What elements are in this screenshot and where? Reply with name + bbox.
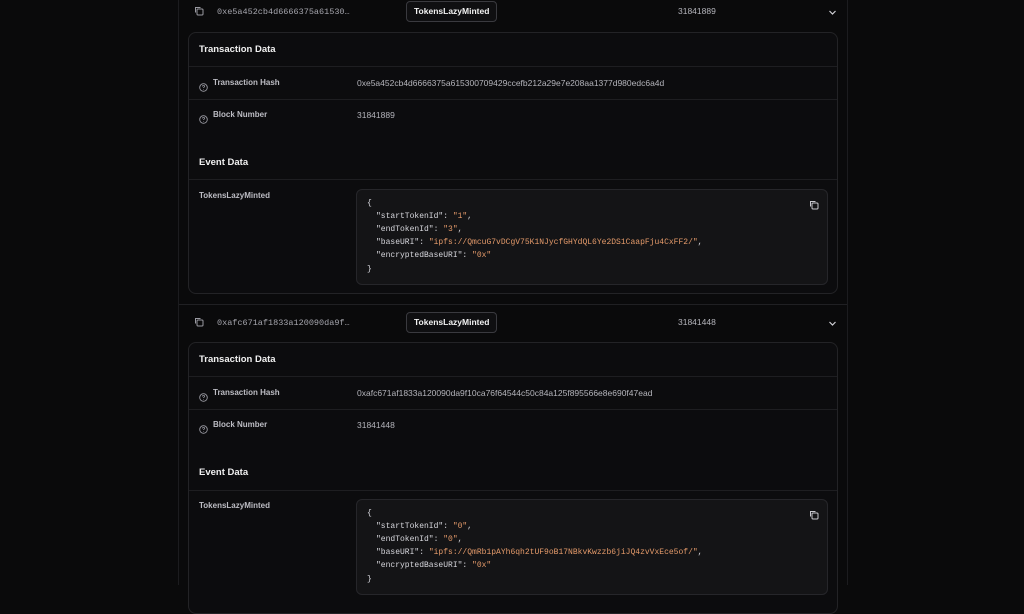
json-open-brace: { — [367, 509, 372, 518]
json-comma: , — [697, 548, 703, 557]
json-sep: : — [443, 522, 453, 531]
json-line: "startTokenId": "1", — [376, 212, 472, 221]
events-list: 0xe5a452cb4d6666375a61530… TokensLazyMin… — [178, 0, 848, 614]
json-close-brace: } — [367, 575, 372, 584]
event-name-label: TokensLazyMinted — [199, 191, 270, 200]
transaction-hash-short[interactable]: 0xafc671af1833a120090da9f… — [217, 318, 350, 328]
json-line: "encryptedBaseURI": "0x" — [376, 561, 491, 570]
transaction-hash-value: 0xe5a452cb4d6666375a615300709429ccefb212… — [357, 78, 665, 88]
event-separator — [179, 304, 847, 305]
help-circle-icon — [199, 389, 208, 402]
json-key: "encryptedBaseURI" — [376, 561, 463, 570]
json-sep: : — [462, 561, 473, 570]
json-comma: , — [457, 535, 463, 544]
json-line: "endTokenId": "3", — [376, 225, 462, 234]
help-circle-icon — [199, 79, 208, 92]
json-sep: : — [462, 251, 473, 260]
event-name-badge: TokensLazyMinted — [406, 1, 498, 22]
divider — [189, 179, 837, 180]
divider — [189, 99, 837, 100]
divider — [189, 376, 837, 377]
json-close-brace: } — [367, 265, 372, 274]
json-open-brace: { — [367, 199, 372, 208]
block-number-value: 31841448 — [357, 420, 395, 430]
json-line: "encryptedBaseURI": "0x" — [376, 251, 491, 260]
json-sep: : — [433, 225, 444, 234]
json-comma: , — [467, 522, 473, 531]
copy-icon[interactable] — [194, 317, 204, 327]
event-json-block: { "startTokenId": "0", "endTokenId": "0"… — [356, 499, 828, 595]
copy-icon[interactable] — [194, 6, 204, 16]
block-number-header: 31841889 — [678, 6, 716, 16]
json-comma: , — [457, 225, 463, 234]
json-value: "ipfs://QmcuG7vDCgV75K1NJycfGHYdQL6Ye2DS… — [428, 238, 698, 247]
event-json-block: { "startTokenId": "1", "endTokenId": "3"… — [356, 189, 828, 285]
json-comma: , — [467, 212, 473, 221]
json-key: "endTokenId" — [376, 225, 434, 234]
json-value: "0" — [452, 522, 468, 531]
json-sep: : — [433, 535, 444, 544]
help-circle-icon — [199, 421, 208, 434]
json-key: "baseURI" — [376, 548, 420, 557]
json-line: "startTokenId": "0", — [376, 522, 472, 531]
transaction-hash-short[interactable]: 0xe5a452cb4d6666375a61530… — [217, 7, 350, 17]
copy-icon[interactable] — [809, 510, 819, 520]
json-line: "baseURI": "ipfs://QmRb1pAYh6qh2tUF9oB17… — [376, 548, 702, 557]
divider — [189, 409, 837, 410]
divider — [189, 490, 837, 491]
json-value: "0x" — [472, 251, 492, 260]
block-number-label: Block Number — [213, 420, 268, 429]
json-sep: : — [443, 212, 453, 221]
event-details-card: Transaction Data Transaction Hash 0xafc6… — [188, 342, 838, 614]
json-key: "baseURI" — [376, 238, 420, 247]
json-value: "3" — [443, 225, 458, 234]
event-name-label: TokensLazyMinted — [199, 501, 270, 510]
json-key: "encryptedBaseURI" — [376, 251, 463, 260]
transaction-hash-value: 0xafc671af1833a120090da9f10ca76f64544c50… — [357, 388, 653, 398]
copy-icon[interactable] — [809, 200, 819, 210]
json-value: "0x" — [472, 561, 492, 570]
transaction-data-title: Transaction Data — [199, 44, 276, 55]
block-number-value: 31841889 — [357, 110, 395, 120]
divider — [189, 66, 837, 67]
transaction-hash-label: Transaction Hash — [213, 388, 280, 397]
chevron-down-icon[interactable] — [828, 4, 837, 15]
json-comma: , — [697, 238, 703, 247]
transaction-data-title: Transaction Data — [199, 354, 276, 365]
json-value: "0" — [443, 535, 458, 544]
event-details-card: Transaction Data Transaction Hash 0xe5a4… — [188, 32, 838, 294]
json-key: "startTokenId" — [376, 212, 444, 221]
transaction-hash-label: Transaction Hash — [213, 78, 280, 87]
json-value: "ipfs://QmRb1pAYh6qh2tUF9oB17NBkvKwzzb6j… — [428, 548, 698, 557]
json-sep: : — [419, 548, 429, 557]
event-data-title: Event Data — [199, 467, 249, 478]
json-line: "baseURI": "ipfs://QmcuG7vDCgV75K1NJycfG… — [376, 238, 702, 247]
json-key: "startTokenId" — [376, 522, 444, 531]
json-value: "1" — [452, 212, 468, 221]
json-sep: : — [419, 238, 429, 247]
block-number-label: Block Number — [213, 110, 268, 119]
event-data-title: Event Data — [199, 157, 249, 168]
chevron-down-icon[interactable] — [828, 315, 837, 326]
block-number-header: 31841448 — [678, 317, 716, 327]
json-key: "endTokenId" — [376, 535, 434, 544]
event-name-badge: TokensLazyMinted — [406, 312, 498, 333]
json-line: "endTokenId": "0", — [376, 535, 462, 544]
help-circle-icon — [199, 111, 208, 124]
